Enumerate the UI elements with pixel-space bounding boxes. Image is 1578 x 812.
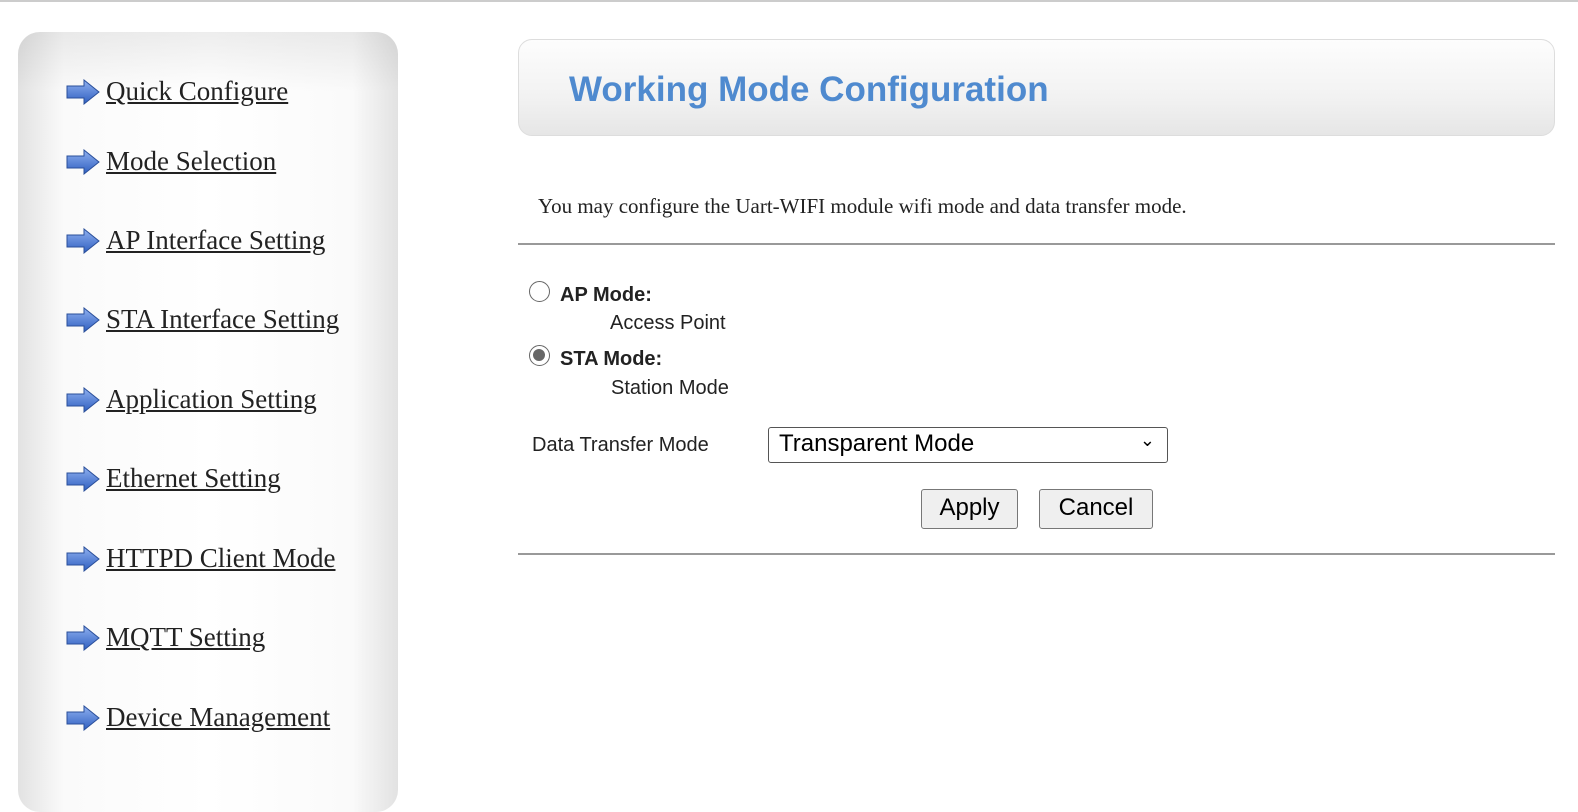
sidebar-item-label: HTTPD Client Mode xyxy=(106,543,336,573)
ap-mode-label: AP Mode: xyxy=(560,284,652,306)
sidebar-item-label: Mode Selection xyxy=(106,146,277,176)
arrow-right-icon xyxy=(66,148,100,175)
sidebar-item-quick-configure[interactable]: Quick Configure xyxy=(66,76,288,107)
sidebar-item-ethernet-setting[interactable]: Ethernet Setting xyxy=(66,463,281,494)
sidebar-item-label: AP Interface Setting xyxy=(106,225,326,255)
arrow-right-icon xyxy=(66,78,100,105)
sidebar-item-device-management[interactable]: Device Management xyxy=(66,702,330,733)
sidebar-item-application-setting[interactable]: Application Setting xyxy=(66,384,317,415)
arrow-right-icon xyxy=(66,306,100,333)
sta-mode-label: STA Mode: xyxy=(560,348,663,370)
page-header: Working Mode Configuration xyxy=(518,39,1555,136)
ap-mode-radio[interactable] xyxy=(529,281,550,302)
sidebar-item-mqtt-setting[interactable]: MQTT Setting xyxy=(66,622,265,653)
sidebar-item-httpd-client-mode[interactable]: HTTPD Client Mode xyxy=(66,543,336,574)
apply-button[interactable]: Apply xyxy=(921,489,1018,529)
sidebar-item-label: Quick Configure xyxy=(106,76,289,106)
cancel-button[interactable]: Cancel xyxy=(1039,489,1153,529)
page-description: You may configure the Uart-WIFI module w… xyxy=(538,194,1187,218)
sidebar-item-label: Application Setting xyxy=(106,384,317,414)
data-transfer-mode-select[interactable]: Transparent Mode ⌄ xyxy=(768,427,1168,463)
sidebar-item-label: STA Interface Setting xyxy=(106,304,340,334)
page-title: Working Mode Configuration xyxy=(569,70,1049,109)
arrow-right-icon xyxy=(66,465,100,492)
sidebar-item-label: MQTT Setting xyxy=(106,622,266,652)
arrow-right-icon xyxy=(66,545,100,572)
sidebar-item-sta-interface-setting[interactable]: STA Interface Setting xyxy=(66,304,339,335)
divider xyxy=(518,553,1555,555)
arrow-right-icon xyxy=(66,704,100,731)
divider xyxy=(518,243,1555,245)
arrow-right-icon xyxy=(66,624,100,651)
sidebar-item-mode-selection[interactable]: Mode Selection xyxy=(66,146,276,177)
arrow-right-icon xyxy=(66,386,100,413)
ap-mode-desc: Access Point xyxy=(610,312,726,334)
sidebar-item-label: Ethernet Setting xyxy=(106,463,281,493)
selected-value: Transparent Mode xyxy=(779,430,975,457)
sta-mode-radio[interactable] xyxy=(529,345,550,366)
data-transfer-mode-label: Data Transfer Mode xyxy=(532,434,709,456)
sidebar-item-ap-interface-setting[interactable]: AP Interface Setting xyxy=(66,225,325,256)
sidebar-item-label: Device Management xyxy=(106,702,331,732)
sta-mode-desc: Station Mode xyxy=(611,377,729,399)
chevron-down-icon: ⌄ xyxy=(1139,430,1155,450)
arrow-right-icon xyxy=(66,227,100,254)
